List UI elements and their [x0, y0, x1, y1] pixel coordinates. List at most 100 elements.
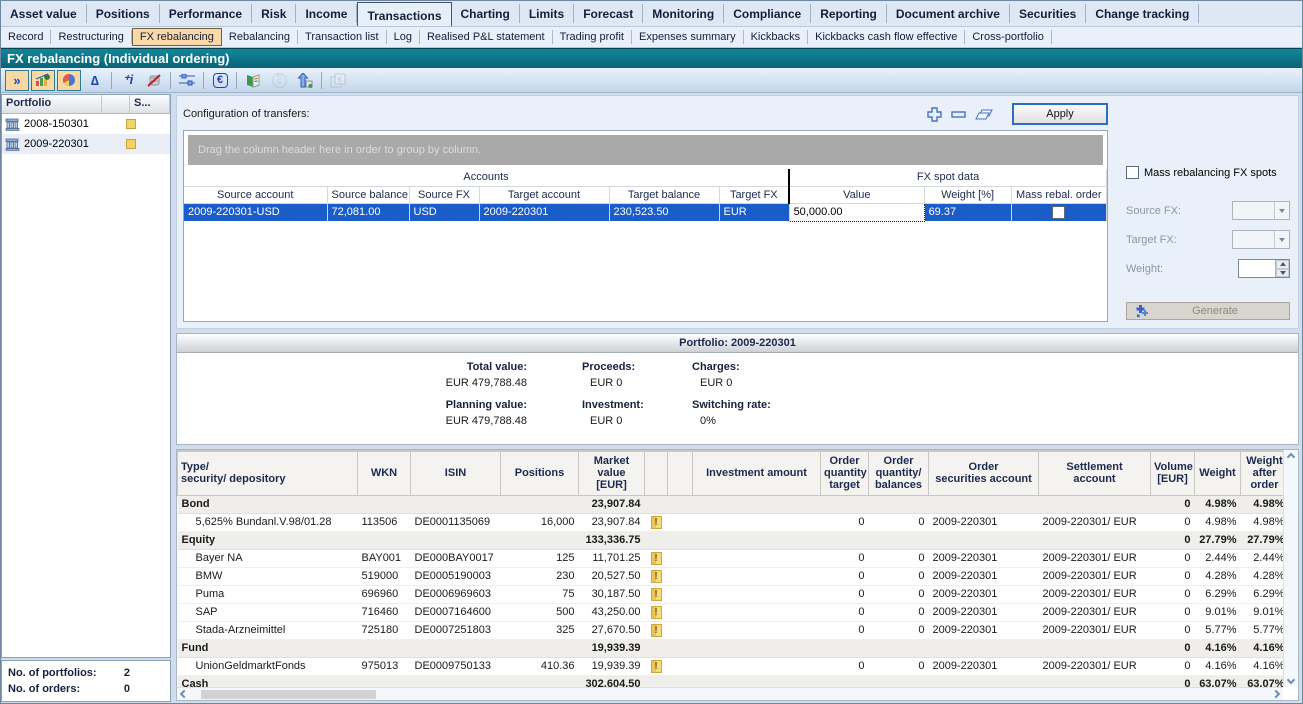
- tab-risk[interactable]: Risk: [252, 4, 296, 23]
- group-row-cash[interactable]: Cash302,604.50063.07%63.07%: [178, 675, 1284, 687]
- mass-rebal-order-checkbox[interactable]: [1052, 206, 1065, 219]
- target-account-cell[interactable]: 2009-220301: [479, 203, 609, 221]
- portfolio-column-header[interactable]: Portfolio: [2, 95, 102, 113]
- position-row-5-625-bundanl-v-98-01-28[interactable]: 5,625% Bundanl.V.98/01.28113506DE0001135…: [178, 513, 1284, 531]
- subtab-kickbacks[interactable]: Kickbacks: [744, 30, 809, 44]
- vertical-scrollbar[interactable]: [1283, 450, 1298, 687]
- pos-col-weight-after-order[interactable]: Weight after order: [1241, 451, 1284, 495]
- tab-monitoring[interactable]: Monitoring: [643, 4, 724, 23]
- value-edit-cell[interactable]: 50,000.00: [789, 203, 924, 221]
- subtab-rebalancing[interactable]: Rebalancing: [222, 30, 298, 44]
- euro-shield-icon[interactable]: €: [208, 70, 232, 91]
- tab-compliance[interactable]: Compliance: [724, 4, 811, 23]
- delete-icon[interactable]: [142, 70, 166, 91]
- subtab-record[interactable]: Record: [1, 30, 51, 44]
- weight-cell[interactable]: 69.37: [924, 203, 1011, 221]
- col-value[interactable]: Value: [789, 186, 924, 203]
- source-fx-cell[interactable]: USD: [409, 203, 479, 221]
- group-row-equity[interactable]: Equity133,336.75027.79%27.79%: [178, 531, 1284, 549]
- stepper-up-icon[interactable]: [1276, 260, 1289, 269]
- remove-transfer-icon[interactable]: [951, 111, 966, 118]
- transfer-row[interactable]: 2009-220301-USD 72,081.00 USD 2009-22030…: [184, 203, 1107, 221]
- subtab-log[interactable]: Log: [387, 30, 420, 44]
- flag-column-header[interactable]: [102, 95, 130, 113]
- scroll-up-icon[interactable]: [1287, 453, 1295, 461]
- sidebar-item-2009-220301[interactable]: 2009-220301: [2, 134, 170, 154]
- accounts-group-header[interactable]: Accounts: [184, 169, 789, 186]
- tab-securities[interactable]: Securities: [1010, 4, 1086, 23]
- source-fx-select[interactable]: [1232, 201, 1290, 220]
- tab-income[interactable]: Income: [296, 4, 357, 23]
- tab-charting[interactable]: Charting: [452, 4, 520, 23]
- subtab-transaction-list[interactable]: Transaction list: [298, 30, 387, 44]
- col-target-balance[interactable]: Target balance: [609, 186, 719, 203]
- position-row-sap[interactable]: SAP716460DE000716460050043,250.00!002009…: [178, 603, 1284, 621]
- tab-performance[interactable]: Performance: [160, 4, 252, 23]
- pos-col-spacer[interactable]: [645, 451, 668, 495]
- pos-col-isin[interactable]: ISIN: [411, 451, 501, 495]
- scrollbar-thumb[interactable]: [201, 690, 376, 699]
- col-source-account[interactable]: Source account: [184, 186, 327, 203]
- scroll-left-icon[interactable]: [180, 690, 188, 698]
- position-row-bmw[interactable]: BMW519000DE000519000323020,527.50!002009…: [178, 567, 1284, 585]
- status-column-header[interactable]: S...: [130, 95, 170, 113]
- copy-euro-icon[interactable]: €: [326, 70, 350, 91]
- position-row-stada-arzneimittel[interactable]: Stada-Arzneimittel725180DE00072518033252…: [178, 621, 1284, 639]
- mass-rebalancing-checkbox[interactable]: [1126, 166, 1139, 179]
- group-row-bond[interactable]: Bond23,907.8404.98%4.98%: [178, 495, 1284, 513]
- pos-col-order-quantity-target[interactable]: Order quantity target: [821, 451, 869, 495]
- col-mass-rebal-order[interactable]: Mass rebal. order: [1011, 186, 1106, 203]
- target-balance-cell[interactable]: 230,523.50: [609, 203, 719, 221]
- pos-col-market-value-eur[interactable]: Market value [EUR]: [579, 451, 645, 495]
- generate-button[interactable]: Generate: [1126, 302, 1290, 320]
- fx-spot-group-header[interactable]: FX spot data: [789, 169, 1106, 186]
- tab-change-tracking[interactable]: Change tracking: [1086, 4, 1199, 23]
- col-target-fx[interactable]: Target FX: [719, 186, 789, 203]
- delta-icon[interactable]: ∆: [83, 70, 107, 91]
- pos-col-volume-eur[interactable]: Volume [EUR]: [1151, 451, 1195, 495]
- target-fx-select[interactable]: [1232, 230, 1290, 249]
- sidebar-item-2008-150301[interactable]: 2008-150301: [2, 114, 170, 134]
- pos-col-positions[interactable]: Positions: [501, 451, 579, 495]
- tab-positions[interactable]: Positions: [87, 4, 160, 23]
- subtab-realised-p-l-statement[interactable]: Realised P&L statement: [420, 30, 553, 44]
- horizontal-scrollbar[interactable]: [177, 687, 1283, 700]
- scroll-right-icon[interactable]: [1272, 690, 1280, 698]
- pos-col-order-securities-account[interactable]: Order securities account: [929, 451, 1039, 495]
- scroll-down-icon[interactable]: [1287, 676, 1295, 684]
- add-info-icon[interactable]: ⁺i: [116, 70, 140, 91]
- chart-icon[interactable]: [31, 70, 55, 91]
- col-weight[interactable]: Weight [%]: [924, 186, 1011, 203]
- subtab-expenses-summary[interactable]: Expenses summary: [632, 30, 744, 44]
- subtab-trading-profit[interactable]: Trading profit: [553, 30, 632, 44]
- import-orders-icon[interactable]: [293, 70, 317, 91]
- position-row-bayer-na[interactable]: Bayer NABAY001DE000BAY001712511,701.25!0…: [178, 549, 1284, 567]
- col-source-balance[interactable]: Source balance: [327, 186, 409, 203]
- pos-col-order-quantity-balances[interactable]: Order quantity/ balances: [869, 451, 929, 495]
- target-fx-cell[interactable]: EUR: [719, 203, 789, 221]
- pos-col-settlement-account[interactable]: Settlement account: [1039, 451, 1151, 495]
- source-account-cell[interactable]: 2009-220301-USD: [184, 203, 327, 221]
- subtab-cross-portfolio[interactable]: Cross-portfolio: [965, 30, 1052, 44]
- pos-col-type-security-depository[interactable]: Type/ security/ depository: [178, 451, 358, 495]
- group-row-fund[interactable]: Fund19,939.3904.16%4.16%: [178, 639, 1284, 657]
- expand-icon[interactable]: »: [5, 70, 29, 91]
- tab-document-archive[interactable]: Document archive: [887, 4, 1010, 23]
- tab-asset-value[interactable]: Asset value: [1, 4, 87, 23]
- position-row-uniongeldmarktfonds[interactable]: UnionGeldmarktFonds975013DE0009750133410…: [178, 657, 1284, 675]
- stepper-down-icon[interactable]: [1276, 269, 1289, 278]
- settings-sliders-icon[interactable]: [175, 70, 199, 91]
- report-icon[interactable]: [241, 70, 265, 91]
- print-icon[interactable]: [975, 108, 994, 121]
- subtab-kickbacks-cash-flow-effective[interactable]: Kickbacks cash flow effective: [808, 30, 965, 44]
- col-source-fx[interactable]: Source FX: [409, 186, 479, 203]
- subtab-fx-rebalancing[interactable]: FX rebalancing: [132, 28, 222, 46]
- position-row-puma[interactable]: Puma696960DE00069696037530,187.50!002009…: [178, 585, 1284, 603]
- tab-reporting[interactable]: Reporting: [811, 4, 887, 23]
- tab-transactions[interactable]: Transactions: [357, 2, 451, 26]
- buy-sell-icon[interactable]: BS: [267, 70, 291, 91]
- pos-col-investment-amount[interactable]: Investment amount: [693, 451, 821, 495]
- apply-button[interactable]: Apply: [1012, 103, 1108, 125]
- add-transfer-icon[interactable]: [927, 107, 942, 122]
- group-by-dropzone[interactable]: Drag the column header here in order to …: [188, 135, 1103, 165]
